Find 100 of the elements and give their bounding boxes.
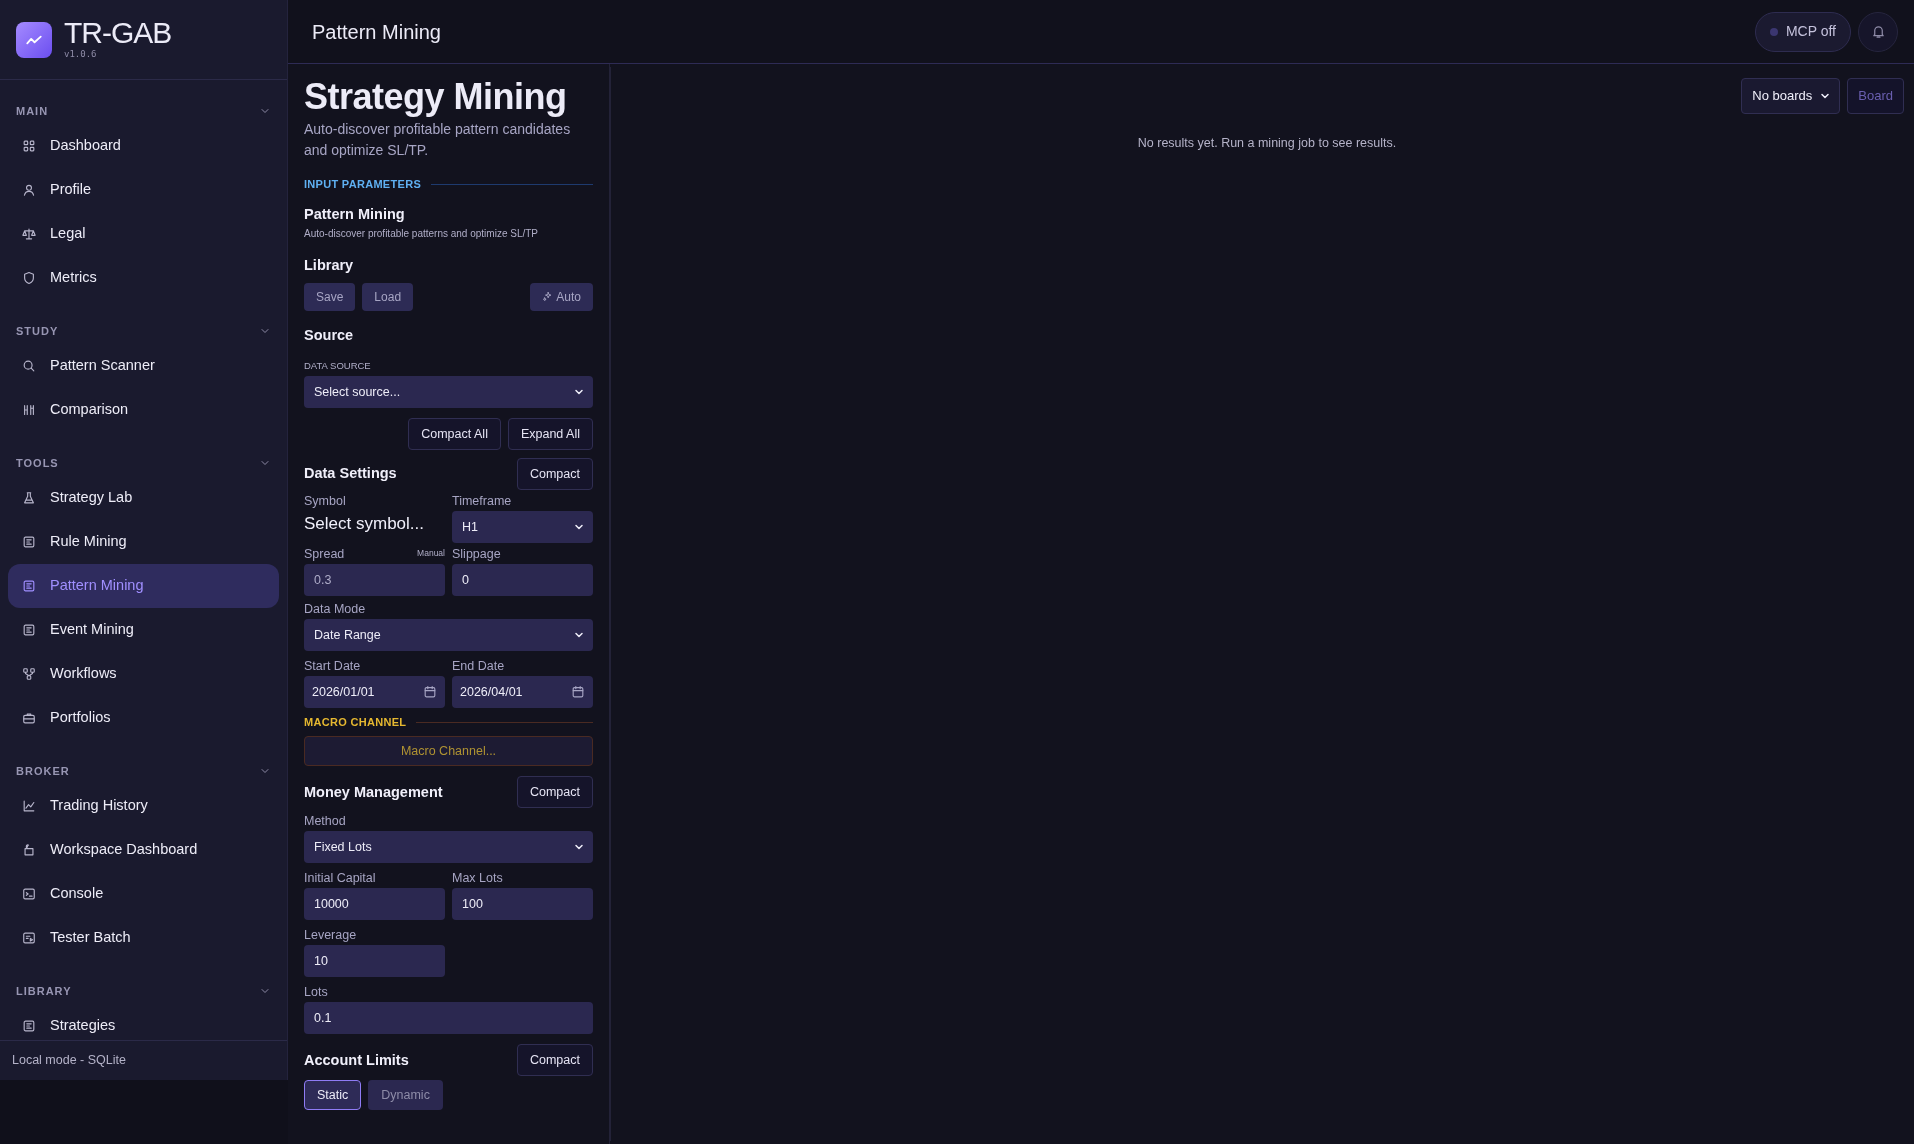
flask-icon bbox=[22, 491, 36, 505]
nav-link[interactable]: Portfolios bbox=[8, 696, 279, 740]
data-mode-select[interactable]: Date Range bbox=[304, 619, 593, 651]
nav-link[interactable]: Pattern Mining bbox=[8, 564, 279, 608]
slippage-field[interactable]: 0 bbox=[452, 564, 593, 596]
nav-link[interactable]: Trading History bbox=[8, 784, 279, 828]
empty-message: No results yet. Run a mining job to see results. bbox=[1136, 135, 1398, 152]
page-title: Pattern Mining bbox=[312, 19, 441, 45]
mode-label: Manual bbox=[417, 547, 445, 560]
macro-channel-button[interactable]: Macro Channel... bbox=[304, 736, 593, 767]
field-label: Start Date bbox=[304, 659, 362, 674]
document-icon bbox=[22, 1019, 36, 1033]
sparkle-icon bbox=[541, 291, 553, 303]
section-heading: MAIN bbox=[16, 103, 49, 119]
compact-button[interactable]: Compact bbox=[516, 776, 593, 809]
bag-icon bbox=[22, 843, 36, 857]
section-title: Account Limits bbox=[304, 1050, 409, 1070]
preset-title: Pattern Mining bbox=[304, 205, 406, 225]
nav-link[interactable]: Metrics bbox=[8, 256, 279, 300]
logo-icon bbox=[16, 21, 52, 58]
field-label: Initial Capital bbox=[304, 871, 377, 887]
document-icon bbox=[22, 535, 36, 549]
nodes-icon bbox=[22, 667, 36, 681]
notifications-button[interactable] bbox=[1858, 11, 1898, 52]
search-icon bbox=[22, 359, 36, 373]
symbol-picker[interactable]: Select symbol... bbox=[304, 511, 445, 537]
nav-link[interactable]: Console bbox=[8, 872, 279, 916]
status-text: Local mode - SQLite bbox=[12, 1052, 126, 1070]
field-label: End Date bbox=[452, 659, 506, 674]
section-title: Data Settings bbox=[304, 464, 397, 484]
leverage-field[interactable]: 10 bbox=[304, 945, 445, 978]
document-icon bbox=[22, 579, 36, 593]
section-heading: STUDY bbox=[16, 323, 59, 339]
version-text: v1.0.6 bbox=[64, 47, 98, 61]
columns-icon bbox=[22, 403, 36, 417]
nav-link[interactable]: Profile bbox=[8, 168, 279, 212]
field-label: DATA SOURCE bbox=[304, 358, 372, 373]
terminal-icon bbox=[22, 887, 36, 901]
capital-field[interactable]: 10000 bbox=[304, 888, 445, 921]
person-icon bbox=[22, 183, 36, 197]
shield-icon bbox=[22, 271, 36, 285]
nav-link[interactable]: Legal bbox=[8, 212, 279, 256]
date-field[interactable]: 2026/04/01 bbox=[452, 676, 593, 708]
nav-link[interactable]: Workflows bbox=[8, 652, 279, 696]
line-chart-icon bbox=[22, 799, 36, 813]
scale-icon bbox=[22, 227, 36, 241]
field-label: Max Lots bbox=[452, 871, 504, 887]
nav-link[interactable]: Tester Batch bbox=[8, 916, 279, 960]
section-label: INPUT PARAMETERS bbox=[304, 176, 593, 193]
page-description: Auto-discover profitable pattern candidates and optimize SL/TP. bbox=[304, 120, 572, 160]
library-button[interactable]: Load bbox=[362, 283, 414, 311]
page-heading: Strategy Mining bbox=[304, 76, 568, 118]
calendar-icon bbox=[423, 685, 437, 699]
preset-description: Auto-discover profitable patterns and optimize SL/TP bbox=[304, 227, 539, 242]
section-heading: TOOLS bbox=[16, 455, 59, 471]
nav-link[interactable]: Comparison bbox=[8, 388, 279, 432]
briefcase-icon bbox=[22, 711, 36, 725]
grid-icon bbox=[22, 139, 36, 153]
document-icon bbox=[22, 623, 36, 637]
boards-select[interactable]: No boards bbox=[1741, 78, 1841, 114]
section-title: Source bbox=[304, 326, 355, 345]
window-icon bbox=[22, 931, 36, 945]
date-field[interactable]: 2026/01/01 bbox=[304, 676, 445, 708]
nav-link[interactable]: Strategy Lab bbox=[8, 476, 279, 520]
nav-link[interactable]: Strategies bbox=[8, 1004, 279, 1040]
calendar-icon bbox=[571, 685, 585, 699]
field-label: Slippage bbox=[452, 547, 502, 562]
toolbar-button[interactable]: Compact All bbox=[408, 418, 501, 450]
timeframe-select[interactable]: H1 bbox=[452, 511, 593, 543]
nav-link[interactable]: Pattern Scanner bbox=[8, 344, 279, 388]
mode-tab[interactable]: Dynamic bbox=[368, 1080, 443, 1111]
field-label: Method bbox=[304, 814, 347, 830]
field-label: Data Mode bbox=[304, 602, 367, 617]
nav-link[interactable]: Event Mining bbox=[8, 608, 279, 652]
status-pill[interactable]: MCP off bbox=[1754, 11, 1851, 52]
nav-link[interactable]: Rule Mining bbox=[8, 520, 279, 564]
field-label: Timeframe bbox=[452, 494, 513, 509]
nav-link[interactable]: Workspace Dashboard bbox=[8, 828, 279, 872]
lots-field[interactable]: 0.1 bbox=[304, 1002, 593, 1035]
data-source-select[interactable]: Select source... bbox=[304, 376, 593, 408]
field-label: Spread bbox=[304, 547, 345, 562]
compact-button[interactable]: Compact bbox=[516, 1044, 593, 1077]
section-heading: BROKER bbox=[16, 763, 70, 779]
library-button[interactable]: Save bbox=[304, 283, 356, 311]
field-label: Leverage bbox=[304, 928, 358, 944]
app-name: TR-GAB bbox=[64, 17, 172, 48]
field-label: Lots bbox=[304, 985, 329, 1001]
section-title: Money Management bbox=[304, 782, 443, 802]
mode-tab[interactable]: Static bbox=[304, 1080, 362, 1111]
nav-link[interactable]: Dashboard bbox=[8, 124, 279, 168]
field-label: Symbol bbox=[304, 494, 347, 509]
section-title: Library bbox=[304, 256, 355, 276]
toolbar-button[interactable]: Expand All bbox=[507, 418, 593, 450]
method-select[interactable]: Fixed Lots bbox=[304, 831, 593, 864]
auto-button[interactable]: Auto bbox=[529, 283, 593, 311]
section-label: MACRO CHANNEL bbox=[304, 714, 593, 731]
compact-button[interactable]: Compact bbox=[516, 458, 593, 490]
bell-icon bbox=[1870, 24, 1886, 39]
section-heading: LIBRARY bbox=[16, 983, 72, 999]
max-lots-field[interactable]: 100 bbox=[452, 888, 593, 921]
